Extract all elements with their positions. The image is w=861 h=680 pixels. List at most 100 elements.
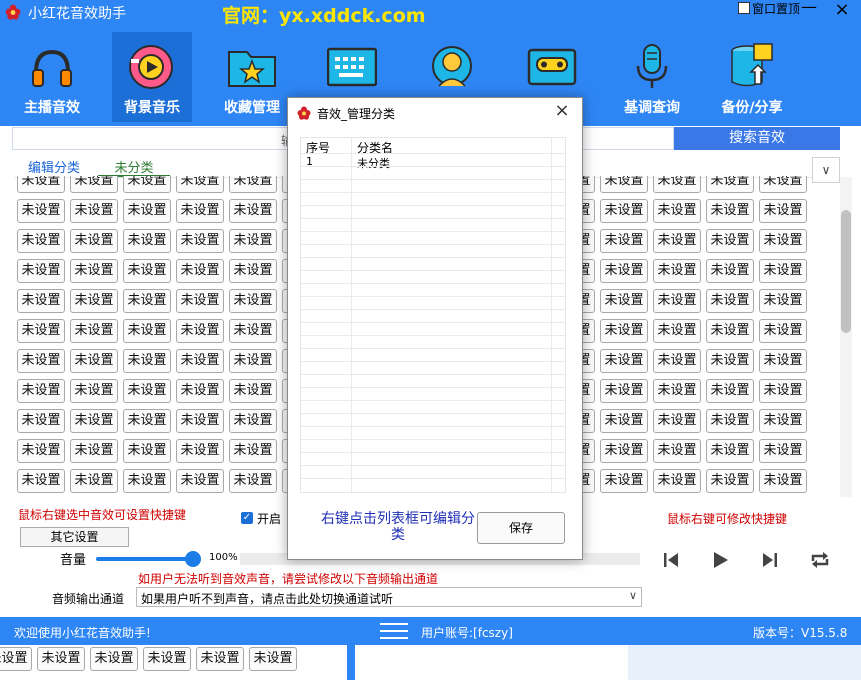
sound-button[interactable]: 未设置 bbox=[653, 469, 701, 493]
sound-button[interactable]: 未设置 bbox=[706, 469, 754, 493]
sound-button[interactable]: 未设置 bbox=[759, 229, 807, 253]
sound-button[interactable]: 未设置 bbox=[37, 647, 85, 671]
sound-button[interactable]: 未设置 bbox=[229, 349, 277, 373]
sound-button[interactable]: 未设置 bbox=[706, 259, 754, 283]
sound-button[interactable]: 未设置 bbox=[0, 647, 32, 671]
sound-button[interactable]: 未设置 bbox=[600, 379, 648, 403]
sound-button[interactable]: 未设置 bbox=[249, 647, 297, 671]
sound-button[interactable]: 未设置 bbox=[706, 289, 754, 313]
sound-button[interactable]: 未设置 bbox=[653, 409, 701, 433]
sound-button[interactable]: 未设置 bbox=[759, 319, 807, 343]
sound-button[interactable]: 未设置 bbox=[600, 469, 648, 493]
sound-button[interactable]: 未设置 bbox=[706, 176, 754, 193]
sound-button[interactable]: 未设置 bbox=[176, 409, 224, 433]
sound-button[interactable]: 未设置 bbox=[17, 349, 65, 373]
sound-button[interactable]: 未设置 bbox=[176, 469, 224, 493]
enable-checkbox[interactable]: ✓ bbox=[241, 512, 253, 524]
tab-uncategorized[interactable]: 未分类 bbox=[98, 157, 170, 177]
sound-button[interactable]: 未设置 bbox=[706, 349, 754, 373]
sound-button[interactable]: 未设置 bbox=[653, 319, 701, 343]
sound-button[interactable]: 未设置 bbox=[653, 259, 701, 283]
play-icon[interactable] bbox=[709, 549, 731, 571]
sound-button[interactable]: 未设置 bbox=[70, 409, 118, 433]
sound-button[interactable]: 未设置 bbox=[123, 259, 171, 283]
sound-button[interactable]: 未设置 bbox=[229, 229, 277, 253]
repeat-icon[interactable] bbox=[809, 549, 831, 571]
sound-button[interactable]: 未设置 bbox=[600, 199, 648, 223]
website-url[interactable]: 官网：yx.xddck.com bbox=[222, 1, 426, 28]
sound-button[interactable]: 未设置 bbox=[706, 199, 754, 223]
sound-button[interactable]: 未设置 bbox=[123, 439, 171, 463]
sound-button[interactable]: 未设置 bbox=[70, 469, 118, 493]
previous-track-icon[interactable] bbox=[660, 549, 682, 571]
sound-button[interactable]: 未设置 bbox=[600, 289, 648, 313]
sound-button[interactable]: 未设置 bbox=[653, 379, 701, 403]
sound-button[interactable]: 未设置 bbox=[759, 289, 807, 313]
audio-output-select[interactable]: 如果用户听不到声音，请点击此处切换通道试听 ∨ bbox=[136, 587, 642, 607]
sound-button[interactable]: 未设置 bbox=[759, 409, 807, 433]
sound-button[interactable]: 未设置 bbox=[176, 176, 224, 193]
scrollbar-thumb[interactable] bbox=[841, 210, 851, 333]
sound-button[interactable]: 未设置 bbox=[176, 379, 224, 403]
sound-button[interactable]: 未设置 bbox=[17, 289, 65, 313]
sound-button[interactable]: 未设置 bbox=[176, 289, 224, 313]
sound-button[interactable]: 未设置 bbox=[17, 199, 65, 223]
sound-button[interactable]: 未设置 bbox=[653, 176, 701, 193]
nav-favorites[interactable]: 收藏管理 bbox=[212, 32, 292, 122]
sound-button[interactable]: 未设置 bbox=[17, 379, 65, 403]
sound-button[interactable]: 未设置 bbox=[653, 439, 701, 463]
sound-button[interactable]: 未设置 bbox=[759, 349, 807, 373]
sound-button[interactable]: 未设置 bbox=[70, 259, 118, 283]
sound-button[interactable]: 未设置 bbox=[123, 409, 171, 433]
minimize-button[interactable]: — bbox=[794, 0, 824, 20]
sound-button[interactable]: 未设置 bbox=[70, 176, 118, 193]
sound-button[interactable]: 未设置 bbox=[229, 409, 277, 433]
save-button[interactable]: 保存 bbox=[477, 512, 565, 544]
pin-window-checkbox[interactable] bbox=[738, 2, 750, 14]
sound-button[interactable]: 未设置 bbox=[229, 289, 277, 313]
sound-button[interactable]: 未设置 bbox=[123, 289, 171, 313]
tab-edit-category[interactable]: 编辑分类 bbox=[28, 157, 80, 177]
sound-button[interactable]: 未设置 bbox=[229, 379, 277, 403]
sound-button[interactable]: 未设置 bbox=[600, 319, 648, 343]
sound-button[interactable]: 未设置 bbox=[123, 176, 171, 193]
sound-button[interactable]: 未设置 bbox=[17, 409, 65, 433]
sound-button[interactable]: 未设置 bbox=[229, 319, 277, 343]
sound-button[interactable]: 未设置 bbox=[600, 229, 648, 253]
sound-button[interactable]: 未设置 bbox=[123, 349, 171, 373]
sound-button[interactable]: 未设置 bbox=[229, 176, 277, 193]
sound-button[interactable]: 未设置 bbox=[17, 259, 65, 283]
sound-button[interactable]: 未设置 bbox=[706, 229, 754, 253]
sound-button[interactable]: 未设置 bbox=[759, 176, 807, 193]
nav-backup-share[interactable]: 备份/分享 bbox=[712, 32, 792, 122]
sound-button[interactable]: 未设置 bbox=[706, 409, 754, 433]
sound-button[interactable]: 未设置 bbox=[759, 199, 807, 223]
sound-button[interactable]: 未设置 bbox=[123, 199, 171, 223]
search-sounds-button[interactable]: 搜索音效 bbox=[674, 127, 840, 150]
sound-button[interactable]: 未设置 bbox=[17, 176, 65, 193]
sound-button[interactable]: 未设置 bbox=[176, 259, 224, 283]
sound-button[interactable]: 未设置 bbox=[70, 199, 118, 223]
other-settings-button[interactable]: 其它设置 bbox=[20, 527, 129, 547]
sound-button[interactable]: 未设置 bbox=[600, 409, 648, 433]
sound-button[interactable]: 未设置 bbox=[176, 319, 224, 343]
sound-button[interactable]: 未设置 bbox=[176, 349, 224, 373]
category-list[interactable]: 序号 分类名 1 未分类 bbox=[300, 137, 566, 493]
sound-button[interactable]: 未设置 bbox=[176, 439, 224, 463]
sound-button[interactable]: 未设置 bbox=[143, 647, 191, 671]
sound-button[interactable]: 未设置 bbox=[653, 229, 701, 253]
sound-button[interactable]: 未设置 bbox=[123, 229, 171, 253]
sound-button[interactable]: 未设置 bbox=[759, 259, 807, 283]
next-track-icon[interactable] bbox=[759, 549, 781, 571]
sound-button[interactable]: 未设置 bbox=[759, 439, 807, 463]
sound-button[interactable]: 未设置 bbox=[17, 439, 65, 463]
volume-slider[interactable] bbox=[96, 557, 192, 561]
sound-button[interactable]: 未设置 bbox=[17, 229, 65, 253]
sound-button[interactable]: 未设置 bbox=[70, 289, 118, 313]
sound-button[interactable]: 未设置 bbox=[653, 349, 701, 373]
close-button[interactable]: × bbox=[825, 0, 859, 20]
sound-button[interactable]: 未设置 bbox=[759, 469, 807, 493]
nav-anchor-sounds[interactable]: 主播音效 bbox=[12, 32, 92, 122]
sound-button[interactable]: 未设置 bbox=[70, 349, 118, 373]
dialog-close-icon[interactable]: × bbox=[551, 100, 573, 122]
